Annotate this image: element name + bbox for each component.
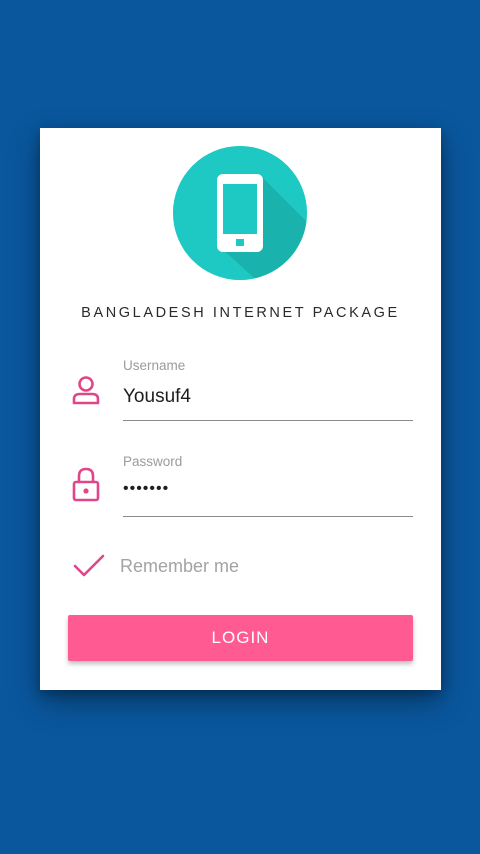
- lock-icon: [70, 466, 102, 502]
- login-card: BANGLADESH INTERNET PACKAGE Username Pas…: [40, 128, 441, 690]
- person-icon: [70, 373, 102, 407]
- app-title: BANGLADESH INTERNET PACKAGE: [81, 305, 400, 321]
- login-button[interactable]: LOGIN: [68, 615, 413, 661]
- remember-me-toggle[interactable]: Remember me: [70, 548, 370, 584]
- username-underline: [123, 420, 413, 421]
- smartphone-icon: [173, 146, 307, 280]
- checkmark-icon[interactable]: [72, 552, 106, 580]
- password-field-group: Password •••••••: [40, 454, 441, 534]
- password-input[interactable]: •••••••: [123, 480, 413, 510]
- username-input[interactable]: [123, 382, 413, 412]
- username-label: Username: [123, 358, 186, 373]
- password-underline: [123, 516, 413, 517]
- password-label: Password: [123, 454, 183, 469]
- remember-me-label: Remember me: [120, 556, 240, 576]
- username-field-group: Username: [40, 358, 441, 438]
